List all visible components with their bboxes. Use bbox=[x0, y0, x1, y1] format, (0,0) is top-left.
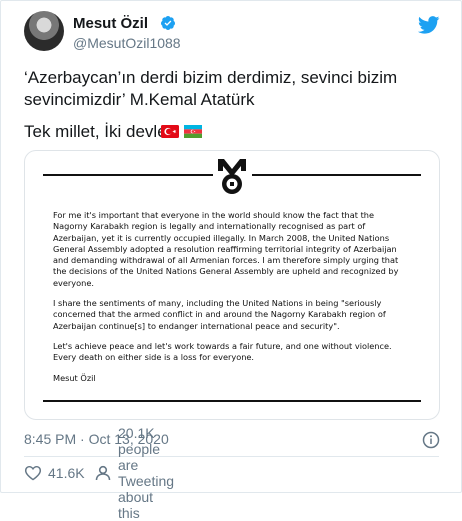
heart-icon[interactable] bbox=[24, 465, 42, 481]
verified-icon bbox=[160, 15, 176, 31]
bottom-rule bbox=[43, 400, 421, 402]
info-icon[interactable] bbox=[422, 431, 440, 449]
top-rule-right bbox=[252, 174, 421, 176]
like-action[interactable]: 41.6K bbox=[24, 463, 85, 483]
author-name[interactable]: Mesut Özil bbox=[73, 15, 148, 32]
retweet-summary[interactable]: 20.1K people are Tweeting about this bbox=[94, 425, 174, 521]
statement-text: For me it's important that everyone in t… bbox=[53, 210, 403, 393]
twitter-bird-icon[interactable] bbox=[418, 16, 440, 34]
like-count: 41.6K bbox=[48, 465, 85, 481]
statement-image[interactable]: For me it's important that everyone in t… bbox=[24, 150, 440, 420]
tweet-line-3: Tek millet, İki devlet bbox=[24, 122, 172, 141]
tweet-card: Mesut Özil @MesutOzil1088 ‘Azerbaycan’ın… bbox=[0, 0, 462, 521]
statement-paragraph: For me it's important that everyone in t… bbox=[53, 210, 399, 288]
azerbaijan-flag-icon bbox=[184, 125, 202, 138]
tweet-line-1: ‘Azerbaycan’ın derdi bizim derdimiz, sev… bbox=[24, 68, 398, 87]
statement-signature: Mesut Özil bbox=[53, 372, 96, 383]
statement-paragraph: I share the sentiments of many, includin… bbox=[53, 298, 386, 331]
tweet-text: ‘Azerbaycan’ın derdi bizim derdimiz, sev… bbox=[24, 67, 439, 111]
tweet-line-2: sevincimizdir’ M.Kemal Atatürk bbox=[24, 90, 255, 109]
divider bbox=[24, 456, 439, 457]
statement-paragraph: Let's achieve peace and let's work towar… bbox=[53, 340, 392, 363]
top-rule-left bbox=[43, 174, 213, 176]
mo-logo-icon bbox=[214, 157, 250, 197]
avatar[interactable] bbox=[24, 11, 64, 51]
people-icon bbox=[94, 465, 112, 481]
author-handle[interactable]: @MesutOzil1088 bbox=[73, 35, 181, 51]
retweet-text: 20.1K people are Tweeting about this bbox=[118, 425, 175, 521]
turkey-flag-icon bbox=[161, 125, 179, 138]
